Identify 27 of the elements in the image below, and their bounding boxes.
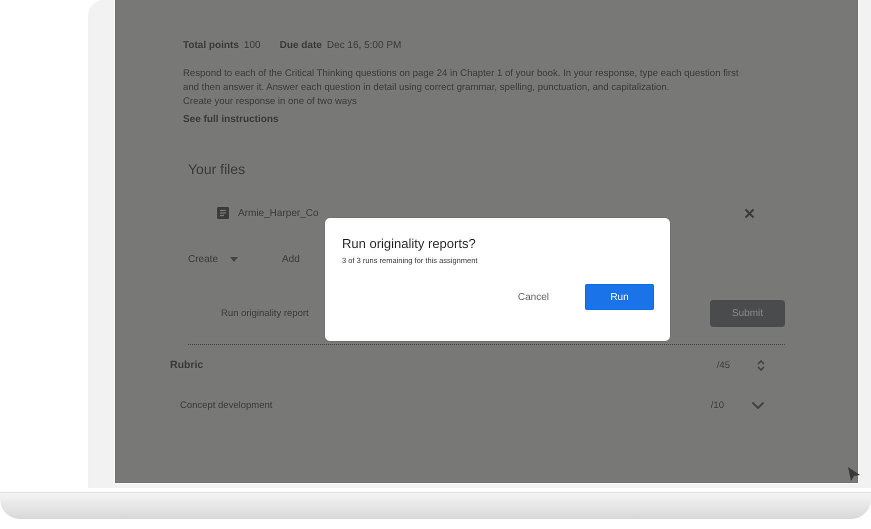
criterion-name: Concept development xyxy=(180,400,272,410)
document-icon xyxy=(217,207,229,219)
instructions-line: Create your response in one of two ways xyxy=(183,95,358,109)
chevron-icon[interactable] xyxy=(751,400,765,410)
cancel-button[interactable]: Cancel xyxy=(512,290,555,304)
see-full-instructions-link[interactable]: See full instructions xyxy=(183,114,279,125)
cursor-icon xyxy=(848,467,860,481)
add-button[interactable]: Add xyxy=(282,254,300,265)
rubric-title: Rubric xyxy=(170,359,204,371)
criterion-points: /10 xyxy=(710,400,724,410)
instructions-line: and then answer it. Answer each question in detail using correct grammar, spelling, punctuation, and capitalization. xyxy=(183,81,670,95)
due-date: Dec 16, 5:00 PM xyxy=(326,40,402,51)
due-date-label: Due date xyxy=(280,40,322,51)
run-originality-report-button[interactable]: Run originality report xyxy=(188,308,309,319)
run-button[interactable]: Run xyxy=(585,284,654,310)
file-name[interactable]: Armie_Harper_Co xyxy=(238,208,319,218)
total-points: 100 xyxy=(244,40,261,51)
create-button[interactable]: Create xyxy=(188,254,238,265)
up-down-arrows-icon[interactable] xyxy=(757,358,765,372)
dialog-title: Run originality reports? xyxy=(342,236,477,251)
your-files-title: Your files xyxy=(188,161,246,177)
total-points-label: Total points xyxy=(183,40,239,51)
instructions-line: Respond to each of the Critical Thinking questions on page 24 in Chapter 1 of your book. In your response, type each question first xyxy=(183,67,740,81)
close-icon[interactable] xyxy=(744,208,755,218)
submit-button[interactable]: Submit xyxy=(710,300,785,327)
rubric-total-points: /45 xyxy=(716,360,730,370)
dropdown-caret-icon xyxy=(230,257,238,262)
